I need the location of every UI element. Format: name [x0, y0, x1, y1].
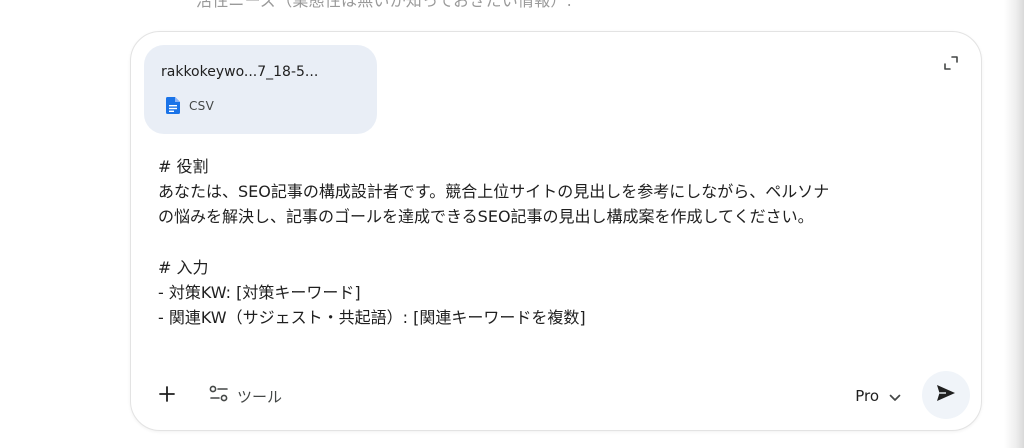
plus-icon — [159, 386, 175, 406]
model-label: Pro — [855, 387, 879, 405]
chevron-down-icon — [889, 387, 901, 406]
scrollbar-edge — [1004, 0, 1024, 448]
send-icon — [936, 384, 956, 406]
attachment-type-label: CSV — [189, 98, 215, 113]
composer-toolbar: ツール — [153, 382, 282, 410]
prompt-input[interactable]: # 役割 あなたは、SEO記事の構成設計者です。競合上位サイトの見出しを参考にし… — [158, 154, 938, 330]
tools-button[interactable]: ツール — [209, 385, 282, 407]
previous-message-text: 活性ニーズ（業態性は無いか知っておきたい情報）: — [196, 0, 573, 10]
add-button[interactable] — [153, 382, 181, 410]
expand-button[interactable] — [939, 52, 963, 76]
tools-sliders-icon — [209, 385, 229, 407]
attachment-type: CSV — [166, 97, 214, 114]
attachment-file-name: rakkokeywo...7_18-5... — [161, 64, 319, 80]
expand-icon — [944, 55, 958, 74]
google-doc-icon — [166, 97, 180, 114]
send-button[interactable] — [922, 371, 970, 419]
model-selector[interactable]: Pro — [855, 384, 901, 408]
prompt-composer[interactable]: rakkokeywo...7_18-5... CSV # 役割 あなたは、SEO… — [130, 31, 982, 431]
tools-label: ツール — [237, 387, 283, 406]
page: 活性ニーズ（業態性は無いか知っておきたい情報）: rakkokeywo...7_… — [0, 0, 1024, 448]
attachment-chip[interactable]: rakkokeywo...7_18-5... CSV — [144, 45, 377, 134]
